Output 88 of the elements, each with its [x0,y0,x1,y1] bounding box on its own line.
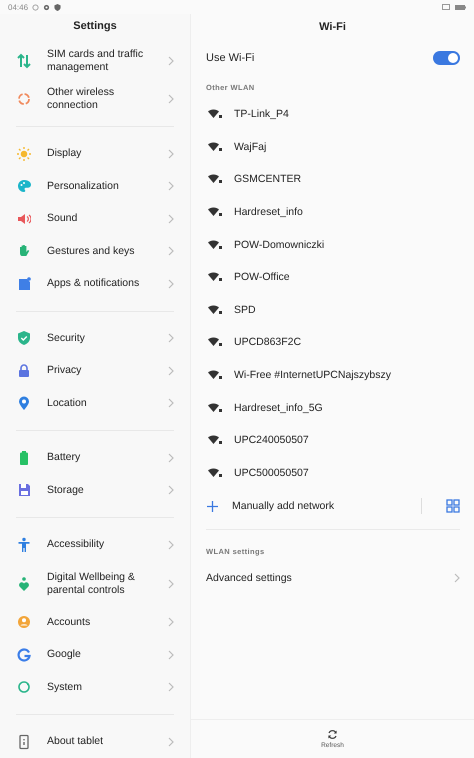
wifi-locked-icon [208,272,222,282]
settings-item[interactable]: About tablet [0,726,190,758]
wifi-locked-icon [208,304,222,315]
battery-icon [455,4,466,10]
settings-item[interactable]: Gestures and keys [0,235,190,268]
chevron-icon [168,278,174,289]
chevron-icon [168,540,174,550]
chevron-icon [168,452,174,463]
chevron-icon [168,398,174,408]
settings-item[interactable]: SIM cards and traffic management [0,38,190,83]
network-item[interactable]: POW-Office [191,260,474,294]
settings-item[interactable]: Battery [0,442,190,474]
floppy-icon [17,482,31,498]
settings-item[interactable]: Accounts [0,606,190,638]
network-item[interactable]: Wi-Free #InternetUPCNajszybszy [191,358,474,392]
wifi-locked-icon [208,240,222,250]
settings-item[interactable]: Sound [0,202,190,235]
network-item[interactable]: UPC240050507 [191,424,474,457]
wifi-locked-icon [208,402,222,413]
wifi-toggle[interactable] [433,51,460,65]
chevron-icon [168,333,174,344]
use-wifi-label: Use Wi-Fi [206,52,254,64]
chevron-icon [168,94,174,104]
screen-icon [442,4,450,10]
network-item[interactable]: GSMCENTER [191,163,474,196]
wifi-locked-icon [208,337,222,348]
heart-icon [17,576,31,592]
wifi-locked-icon [208,468,222,478]
settings-item[interactable]: Other wireless connection [0,83,190,116]
wifi-locked-icon [208,109,222,120]
chevron-icon [168,736,174,747]
network-item[interactable]: WajFaj [191,130,474,164]
refresh-icon [326,729,338,740]
chevron-icon [168,682,174,692]
network-item[interactable]: SPD [191,294,474,326]
palette-icon [17,178,31,194]
settings-item[interactable]: Security [0,322,190,354]
shield-icon [17,330,31,346]
qr-code-icon[interactable] [446,499,460,514]
chevron-icon [168,366,174,376]
chevron-icon [168,181,174,192]
tablet-icon [17,734,31,750]
settings-item[interactable]: Storage [0,474,190,506]
plus-icon [207,500,218,512]
account-icon [17,614,31,630]
panel-title: Wi-Fi [318,20,347,35]
settings-item[interactable]: Location [0,387,190,420]
chevron-icon [454,573,460,584]
wifi-locked-icon [208,370,222,380]
arrows-icon [17,52,31,68]
pin-icon [17,395,31,412]
settings-item[interactable]: Apps & notifications [0,268,190,300]
add-network-item[interactable]: Manually add network [191,489,474,524]
settings-item[interactable]: Accessibility [0,528,190,561]
chevron-icon [168,214,174,224]
wifi-locked-icon [208,207,222,218]
network-item[interactable]: TP-Link_P4 [191,98,474,131]
network-item[interactable]: UPC500050507 [191,456,474,490]
wifi-locked-icon [208,435,222,446]
chevron-icon [168,617,174,628]
network-item[interactable]: UPCD863F2C [191,326,474,359]
chevron-icon [168,485,174,496]
shield-icon [54,4,62,10]
clock-time: 04:46 [8,2,28,12]
network-item[interactable]: POW-Domowniczki [191,228,474,261]
chevron-icon [168,578,174,588]
panel-title: Settings [72,19,118,34]
settings-item[interactable]: Privacy [0,354,190,387]
settings-item[interactable]: Digital Wellbeing & parental controls [0,561,190,606]
chevron-icon [168,56,174,66]
network-item[interactable]: Hardreset_info_5G [191,391,474,424]
chevron-icon [168,650,174,660]
settings-item[interactable]: Display [0,138,190,170]
battery-icon [17,450,31,466]
g-letter-icon [17,646,31,663]
network-item[interactable]: Hardreset_info [191,196,474,228]
chevron-icon [168,246,174,256]
settings-item[interactable]: Personalization [0,170,190,202]
ring-icon [17,91,31,108]
lock-icon [17,362,31,379]
person-icon [17,536,31,553]
wifi-locked-icon [208,174,222,184]
sun-icon [17,146,31,162]
settings-item[interactable]: Google [0,638,190,671]
settings-item[interactable]: System [0,671,190,704]
wifi-locked-icon [208,142,222,152]
chevron-icon [168,148,174,159]
settings-item[interactable]: Advanced settings [191,562,474,594]
